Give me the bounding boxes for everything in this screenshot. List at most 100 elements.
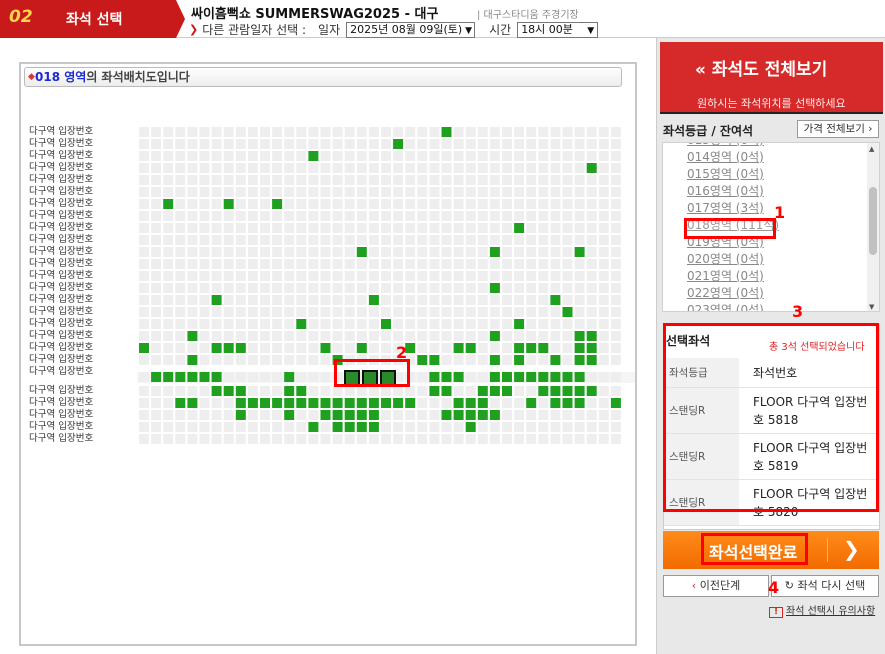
seat-available[interactable] [332,410,343,420]
seat-available[interactable] [187,398,198,408]
seat-available[interactable] [514,223,525,233]
seat-available[interactable] [514,355,525,365]
seat-available[interactable] [344,422,355,432]
seat-available[interactable] [586,331,597,341]
seat-available[interactable] [477,410,488,420]
seat-available[interactable] [296,319,307,329]
seat-available[interactable] [320,398,331,408]
seat-available[interactable] [550,386,561,396]
seat-available[interactable] [514,319,525,329]
caution-link[interactable]: ! 좌석 선택시 유의사항 [769,602,875,618]
zone-item[interactable]: 022영역 (0석) [687,284,764,301]
seat-available[interactable] [332,398,343,408]
zone-item[interactable]: 015영역 (0석) [687,165,764,182]
seat-available[interactable] [163,199,174,209]
seat-available[interactable] [260,398,270,408]
seat-available[interactable] [199,372,210,382]
seat-available[interactable] [235,343,246,353]
zone-item[interactable]: 020영역 (0석) [687,250,764,267]
seat-available[interactable] [586,343,597,353]
date-select[interactable]: 2025년 08월 09일(토) ▼ [346,21,476,38]
seat-available[interactable] [356,398,367,408]
seat-available[interactable] [175,372,186,382]
seat-available[interactable] [235,410,246,420]
seat-available[interactable] [381,319,391,329]
seat-available[interactable] [356,343,367,353]
seat-available[interactable] [320,343,331,353]
seat-available[interactable] [223,386,234,396]
reselect-seats-button[interactable]: ↻ 좌석 다시 선택 [771,575,879,597]
scroll-thumb[interactable] [869,187,877,255]
seat-available[interactable] [610,398,621,408]
seat-available[interactable] [526,372,537,382]
seat-available[interactable] [211,295,222,305]
seat-available[interactable] [139,343,149,353]
seat-available[interactable] [465,422,476,432]
seat-available[interactable] [453,410,464,420]
scroll-up-icon[interactable]: ▲ [869,145,874,153]
seat-available[interactable] [308,398,319,408]
seat-available[interactable] [235,398,246,408]
time-select[interactable]: 18시 00분 ▼ [517,21,599,38]
seat-available[interactable] [514,372,525,382]
seat-available[interactable] [368,398,379,408]
seat-available[interactable] [574,343,585,353]
seat-available[interactable] [489,247,500,257]
seat-available[interactable] [163,372,174,382]
seat-available[interactable] [441,386,452,396]
seat-available[interactable] [441,127,452,137]
seat-available[interactable] [574,398,585,408]
seat-available[interactable] [344,410,355,420]
seat-available[interactable] [441,372,452,382]
zone-item[interactable]: 014영역 (0석) [687,148,764,165]
seat-available[interactable] [368,422,379,432]
seat-available[interactable] [574,355,585,365]
seat-available[interactable] [586,355,597,365]
seat-available[interactable] [296,398,307,408]
seat-available[interactable] [574,247,585,257]
seat-available[interactable] [417,355,428,365]
seat-available[interactable] [235,386,246,396]
seat-available[interactable] [429,372,440,382]
seat-available[interactable] [489,355,500,365]
seat-available[interactable] [308,151,319,161]
seat-available[interactable] [538,372,549,382]
seat-available[interactable] [405,398,416,408]
seat-available[interactable] [393,398,404,408]
seat-available[interactable] [284,410,295,420]
seat-available[interactable] [368,410,379,420]
seat-available[interactable] [550,355,561,365]
zone-item[interactable]: 023영역 (0석) [687,301,764,311]
seat-available[interactable] [151,372,162,382]
zone-item[interactable]: 016영역 (0석) [687,182,764,199]
seat-available[interactable] [586,386,597,396]
seat-available[interactable] [562,307,573,317]
seat-available[interactable] [550,372,561,382]
seat-available[interactable] [550,398,561,408]
seat-available[interactable] [562,372,573,382]
seat-available[interactable] [574,331,585,341]
seat-available[interactable] [574,372,585,382]
seat-available[interactable] [550,295,561,305]
seat-available[interactable] [368,295,379,305]
previous-step-button[interactable]: ‹ 이전단계 [663,575,769,597]
seat-available[interactable] [441,410,452,420]
zone-item[interactable]: 021영역 (0석) [687,267,764,284]
seat-available[interactable] [574,386,585,396]
seat-available[interactable] [211,372,222,382]
seat-available[interactable] [223,199,234,209]
seat-available[interactable] [453,343,464,353]
seat-grid[interactable] [21,64,635,644]
seat-available[interactable] [187,372,198,382]
seat-available[interactable] [562,398,573,408]
seat-available[interactable] [453,372,464,382]
seat-available[interactable] [284,398,295,408]
seat-available[interactable] [272,398,283,408]
seat-available[interactable] [465,398,476,408]
seat-available[interactable] [381,398,391,408]
seat-available[interactable] [465,343,476,353]
seat-available[interactable] [489,410,500,420]
seat-available[interactable] [175,398,186,408]
seat-available[interactable] [356,247,367,257]
seat-available[interactable] [211,386,222,396]
